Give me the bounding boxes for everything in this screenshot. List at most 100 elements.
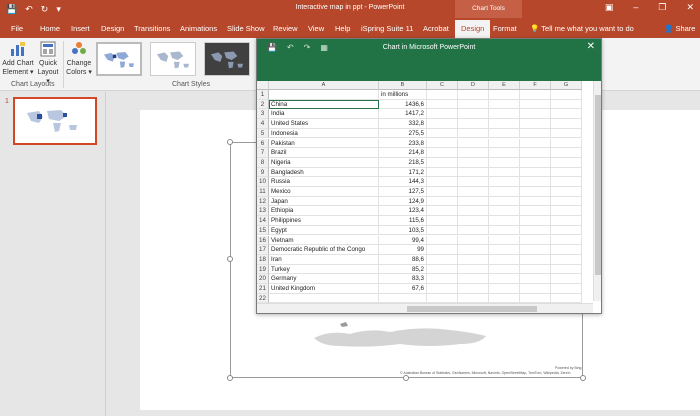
cell-country[interactable] xyxy=(269,90,379,100)
cell-empty[interactable] xyxy=(551,274,582,284)
column-header[interactable]: F xyxy=(520,81,551,90)
row-header[interactable]: 17 xyxy=(257,245,269,255)
cell-country[interactable]: Egypt xyxy=(269,225,379,236)
share-button[interactable]: 👤 Share xyxy=(664,24,695,33)
cell-country[interactable]: Turkey xyxy=(269,264,379,275)
cell-empty[interactable] xyxy=(427,187,458,197)
cell-country[interactable]: Russia xyxy=(269,177,379,187)
horizontal-scrollbar[interactable] xyxy=(257,303,593,313)
cell-population[interactable]: 88,6 xyxy=(379,254,427,265)
cell-empty[interactable] xyxy=(458,157,489,168)
tab-help[interactable]: Help xyxy=(335,24,350,33)
cell-country[interactable]: United States xyxy=(269,119,379,129)
cell-empty[interactable] xyxy=(489,235,520,246)
row-header[interactable]: 14 xyxy=(257,216,269,226)
tab-transitions[interactable]: Transitions xyxy=(134,24,170,33)
cell-empty[interactable] xyxy=(489,187,520,197)
horizontal-scroll-thumb[interactable] xyxy=(407,306,537,312)
cell-empty[interactable] xyxy=(427,254,458,265)
cell-empty[interactable] xyxy=(427,128,458,139)
row-header[interactable]: 22 xyxy=(257,293,269,304)
cell-empty[interactable] xyxy=(520,225,551,236)
cell-empty[interactable] xyxy=(489,128,520,139)
cell-empty[interactable] xyxy=(489,225,520,236)
tab-ispring[interactable]: iSpring Suite 11 xyxy=(361,24,413,33)
row-header[interactable]: 11 xyxy=(257,187,269,197)
tab-file[interactable]: File xyxy=(11,24,23,33)
cell-population[interactable]: 85,2 xyxy=(379,264,427,275)
cell-empty[interactable] xyxy=(489,157,520,168)
cell-country[interactable]: India xyxy=(269,109,379,120)
cell-empty[interactable] xyxy=(458,148,489,158)
tab-chart-design[interactable]: Design xyxy=(455,20,491,38)
cell-empty[interactable] xyxy=(427,99,458,110)
cell-country[interactable]: Indonesia xyxy=(269,128,379,139)
cell-empty[interactable] xyxy=(489,293,520,304)
cell-empty[interactable] xyxy=(551,235,582,246)
cell-empty[interactable] xyxy=(458,235,489,246)
cell-population[interactable]: 144,3 xyxy=(379,177,427,187)
cell-population[interactable]: 99 xyxy=(379,245,427,255)
cell-empty[interactable] xyxy=(551,90,582,100)
cell-country[interactable]: Vietnam xyxy=(269,235,379,246)
cell-empty[interactable] xyxy=(551,284,582,294)
cell-country[interactable]: China xyxy=(269,99,379,110)
cell-empty[interactable] xyxy=(458,284,489,294)
select-all-corner[interactable] xyxy=(257,81,269,90)
row-header[interactable]: 3 xyxy=(257,109,269,120)
cell-empty[interactable] xyxy=(551,254,582,265)
row-header[interactable]: 10 xyxy=(257,177,269,187)
chart-style-2[interactable] xyxy=(150,42,196,76)
cell-country[interactable]: Mexico xyxy=(269,187,379,197)
cell-population[interactable]: 124,9 xyxy=(379,196,427,207)
cell-empty[interactable] xyxy=(427,245,458,255)
cell-empty[interactable] xyxy=(427,167,458,178)
cell-empty[interactable] xyxy=(489,90,520,100)
chart-style-3[interactable] xyxy=(204,42,250,76)
cell-empty[interactable] xyxy=(551,119,582,129)
cell-empty[interactable] xyxy=(427,90,458,100)
tab-design[interactable]: Design xyxy=(101,24,124,33)
cell-empty[interactable] xyxy=(551,138,582,149)
tab-acrobat[interactable]: Acrobat xyxy=(423,24,449,33)
cell-empty[interactable] xyxy=(551,157,582,168)
cell-population[interactable]: 233,8 xyxy=(379,138,427,149)
cell-empty[interactable] xyxy=(551,225,582,236)
cell-empty[interactable] xyxy=(520,119,551,129)
resize-handle[interactable] xyxy=(227,375,233,381)
cell-empty[interactable] xyxy=(427,138,458,149)
cell-empty[interactable] xyxy=(489,148,520,158)
cell-empty[interactable] xyxy=(551,245,582,255)
cell-empty[interactable] xyxy=(427,293,458,304)
resize-handle[interactable] xyxy=(403,375,409,381)
cell-empty[interactable] xyxy=(551,293,582,304)
resize-handle[interactable] xyxy=(227,256,233,262)
cell-empty[interactable] xyxy=(551,206,582,217)
minimize-icon[interactable]: – xyxy=(633,2,638,13)
tab-view[interactable]: View xyxy=(308,24,324,33)
cell-population[interactable]: 332,8 xyxy=(379,119,427,129)
cell-empty[interactable] xyxy=(427,177,458,187)
cell-empty[interactable] xyxy=(427,119,458,129)
cell-population[interactable]: 275,5 xyxy=(379,128,427,139)
cell-empty[interactable] xyxy=(489,196,520,207)
column-header[interactable]: G xyxy=(551,81,582,90)
restore-icon[interactable]: ❐ xyxy=(658,2,666,13)
tell-me-box[interactable]: 💡 Tell me what you want to do xyxy=(530,24,634,33)
cell-empty[interactable] xyxy=(551,167,582,178)
cell-empty[interactable] xyxy=(427,274,458,284)
cell-empty[interactable] xyxy=(520,206,551,217)
cell-empty[interactable] xyxy=(458,245,489,255)
cell-empty[interactable] xyxy=(489,245,520,255)
cell-empty[interactable] xyxy=(489,216,520,226)
change-colors-button[interactable]: Change Colors ▾ xyxy=(66,41,92,77)
vertical-scrollbar[interactable] xyxy=(593,81,601,301)
cell-population[interactable]: 214,8 xyxy=(379,148,427,158)
vertical-scroll-thumb[interactable] xyxy=(595,95,601,275)
cell-empty[interactable] xyxy=(458,216,489,226)
cell-empty[interactable] xyxy=(489,167,520,178)
cell-empty[interactable] xyxy=(427,148,458,158)
cell-empty[interactable] xyxy=(520,99,551,110)
cell-empty[interactable] xyxy=(427,157,458,168)
cell-empty[interactable] xyxy=(489,138,520,149)
